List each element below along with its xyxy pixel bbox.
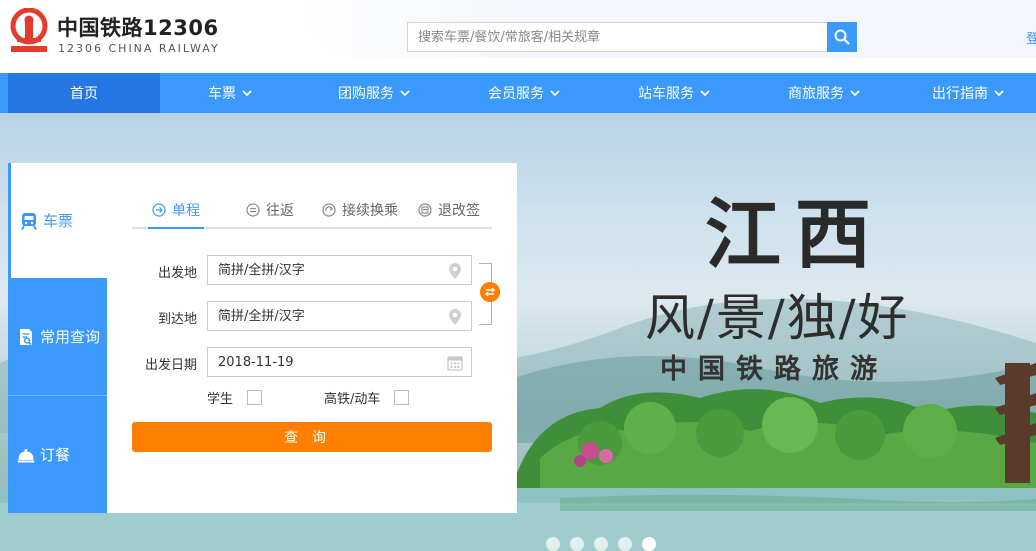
nav-item-group[interactable]: 团购服务	[300, 73, 448, 113]
meal-cloche-icon	[17, 448, 35, 462]
carousel-dot[interactable]	[570, 537, 584, 551]
chevron-down-icon	[850, 90, 860, 97]
tab-label: 单程	[172, 203, 200, 219]
banner-title: 江西	[705, 190, 885, 279]
to-label: 到达地	[157, 312, 197, 327]
banner-tagline: 中国铁路旅游	[660, 354, 888, 385]
nav-item-label: 会员服务	[488, 86, 544, 102]
nav-item-station[interactable]: 站车服务	[600, 73, 748, 113]
query-doc-icon	[20, 328, 32, 345]
chevron-down-icon	[550, 90, 560, 97]
from-station-input[interactable]	[208, 256, 438, 284]
side-tab-meal[interactable]: 订餐	[8, 395, 107, 513]
refund-circle-icon	[418, 203, 432, 217]
location-pin-icon	[449, 263, 461, 279]
side-tab-label: 常用查询	[40, 328, 101, 346]
to-station-input[interactable]	[208, 302, 438, 330]
side-tab-tickets[interactable]: 车票	[8, 163, 107, 278]
nav-item-business[interactable]: 商旅服务	[748, 73, 900, 113]
login-link[interactable]: 登	[1026, 28, 1036, 47]
tab-label: 往返	[266, 203, 294, 219]
nav-item-label: 团购服务	[338, 86, 394, 102]
query-button[interactable]: 查询	[132, 422, 492, 452]
nav-item-label: 车票	[208, 86, 236, 102]
student-checkbox[interactable]	[247, 390, 263, 405]
chevron-down-icon	[400, 90, 410, 97]
location-pin-icon	[449, 309, 461, 325]
nav-item-tickets[interactable]: 车票	[160, 73, 300, 113]
nav-item-label: 首页	[70, 86, 98, 102]
highspeed-option: 高铁/动车	[324, 388, 410, 407]
from-field	[207, 255, 472, 285]
highspeed-label: 高铁/动车	[324, 392, 381, 407]
railway-logo-icon[interactable]	[8, 8, 50, 58]
student-label: 学生	[207, 392, 234, 407]
tab-refund-change[interactable]: 退改签	[414, 193, 484, 227]
side-tab-label: 订餐	[40, 446, 71, 464]
tab-label: 接续换乘	[342, 203, 398, 219]
tab-label: 退改签	[438, 203, 480, 219]
nav-item-home[interactable]: 首页	[8, 73, 160, 113]
arrow-circle-icon	[152, 203, 166, 217]
main-nav: 首页 车票 团购服务 会员服务 站车服务 商旅服务 出行指南	[0, 73, 1036, 113]
transfer-circle-icon	[322, 203, 336, 217]
swap-stations-button[interactable]	[480, 282, 500, 302]
service-side-tabs: 车票 常用查询 订餐	[8, 163, 107, 513]
carousel-dot[interactable]	[618, 537, 632, 551]
tab-one-way[interactable]: 单程	[148, 193, 204, 229]
date-field	[207, 347, 472, 377]
trip-type-tabs: 单程 往返 接续换乘 退改签	[132, 193, 492, 229]
nav-item-label: 站车服务	[638, 86, 694, 102]
date-label: 出发日期	[144, 358, 197, 373]
carousel-dot[interactable]	[546, 537, 560, 551]
search-input[interactable]	[408, 23, 827, 51]
highspeed-checkbox[interactable]	[394, 390, 410, 405]
calendar-icon[interactable]	[447, 354, 463, 372]
student-option: 学生	[207, 388, 263, 407]
swap-arrows-icon	[485, 287, 495, 297]
carousel-dot-active[interactable]	[642, 537, 656, 551]
tab-round-trip[interactable]: 往返	[242, 193, 298, 227]
nav-item-guide[interactable]: 出行指南	[900, 73, 1036, 113]
nav-item-member[interactable]: 会员服务	[448, 73, 600, 113]
chevron-down-icon	[994, 90, 1004, 97]
brand-name[interactable]: 中国铁路12306	[57, 12, 219, 42]
departure-date-input[interactable]	[208, 348, 438, 376]
nav-item-label: 出行指南	[932, 86, 988, 102]
brand-name-en: 12306 CHINA RAILWAY	[58, 42, 220, 55]
from-label: 出发地	[157, 266, 197, 281]
search-button[interactable]	[827, 22, 857, 52]
site-header: 中国铁路12306 12306 CHINA RAILWAY 登	[0, 0, 1036, 73]
chevron-down-icon	[700, 90, 710, 97]
ticket-booking-panel: 单程 往返 接续换乘 退改签 出发地 简拼/全拼/汉字 到达地 简拼/全拼/汉字…	[107, 163, 517, 513]
train-icon	[21, 212, 37, 230]
side-tab-label: 车票	[43, 212, 74, 230]
carousel-dot[interactable]	[594, 537, 608, 551]
carousel-dots	[546, 537, 656, 551]
chevron-down-icon	[242, 90, 252, 97]
nav-item-label: 商旅服务	[788, 86, 844, 102]
side-tab-common-query[interactable]: 常用查询	[8, 278, 107, 395]
equals-circle-icon	[246, 203, 260, 217]
tab-transfer[interactable]: 接续换乘	[318, 193, 402, 227]
search-icon	[834, 29, 850, 45]
banner-subtitle: 风/景/独/好	[645, 289, 910, 347]
site-search	[407, 22, 827, 52]
to-field	[207, 301, 472, 331]
